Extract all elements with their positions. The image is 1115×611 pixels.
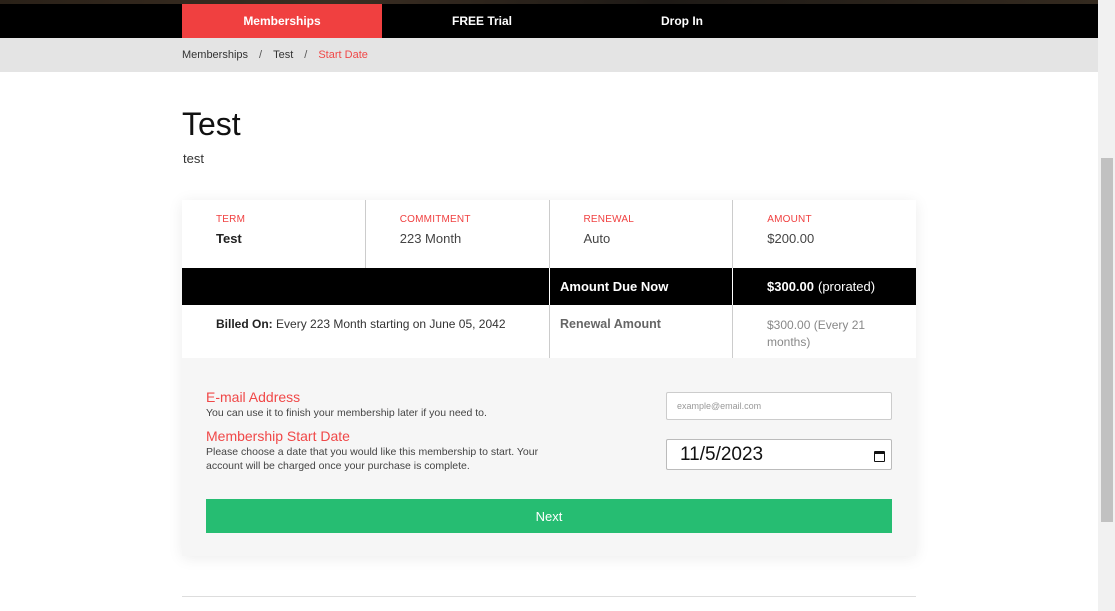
billing-row: Billed On: Every 223 Month starting on J… <box>182 305 916 358</box>
term-value: Test <box>216 231 242 246</box>
divider <box>182 596 916 597</box>
start-date-input[interactable]: 11/5/2023 <box>666 439 892 470</box>
tab-drop-in[interactable]: Drop In <box>582 4 782 38</box>
breadcrumb-start-date: Start Date <box>318 49 368 61</box>
renewal-amount-value: $300.00 (Every 21 months) <box>767 318 866 349</box>
amount-value: $200.00 <box>767 231 815 246</box>
divider <box>549 268 550 305</box>
start-date-label: Membership Start Date <box>206 428 350 444</box>
page-title: Test <box>182 106 241 142</box>
commitment-label: COMMITMENT <box>399 214 471 225</box>
renewal-label: RENEWAL <box>583 214 634 225</box>
commitment-value: 223 Month <box>399 231 462 246</box>
amount-due-label: Amount Due Now <box>560 279 669 294</box>
divider <box>732 268 733 305</box>
amount-due-row: Amount Due Now $300.00 (prorated) <box>182 268 916 305</box>
amount-cell: AMOUNT $200.00 <box>733 200 916 268</box>
amount-label: AMOUNT <box>767 214 812 225</box>
top-navigation: Memberships FREE Trial Drop In <box>0 0 1098 38</box>
scrollbar-thumb[interactable] <box>1101 158 1113 522</box>
renewal-cell: RENEWAL Auto <box>550 200 734 268</box>
email-help-text: You can use it to finish your membership… <box>206 407 487 419</box>
amount-due-number: $300.00 <box>767 279 814 294</box>
breadcrumb-separator: / <box>304 49 308 61</box>
breadcrumb-test[interactable]: Test <box>273 49 293 61</box>
page-subtitle: test <box>183 151 204 166</box>
renewal-amount-label: Renewal Amount <box>560 317 661 331</box>
breadcrumb-bar: Memberships / Test / Start Date <box>0 38 1098 72</box>
tab-memberships[interactable]: Memberships <box>182 4 382 38</box>
prorated-note: (prorated) <box>818 279 876 294</box>
amount-due-value: $300.00 (prorated) <box>767 268 875 305</box>
divider <box>732 305 733 358</box>
renewal-value: Auto <box>583 231 611 246</box>
membership-card: TERM Test COMMITMENT 223 Month RENEWAL A… <box>182 200 916 556</box>
calendar-icon[interactable] <box>874 451 885 462</box>
membership-summary-row: TERM Test COMMITMENT 223 Month RENEWAL A… <box>182 200 916 268</box>
tab-free-trial[interactable]: FREE Trial <box>382 4 582 38</box>
breadcrumb-separator: / <box>259 49 263 61</box>
email-field[interactable] <box>666 392 892 420</box>
start-date-value: 11/5/2023 <box>680 444 764 465</box>
breadcrumb: Memberships / Test / Start Date <box>182 38 368 72</box>
next-button[interactable]: Next <box>206 499 892 533</box>
email-label: E-mail Address <box>206 389 301 405</box>
term-cell: TERM Test <box>182 200 366 268</box>
start-date-help-text: Please choose a date that you would like… <box>206 446 539 472</box>
commitment-cell: COMMITMENT 223 Month <box>366 200 550 268</box>
billed-on-label: Billed On: <box>216 317 273 331</box>
divider <box>549 305 550 358</box>
breadcrumb-memberships[interactable]: Memberships <box>182 49 248 61</box>
term-label: TERM <box>216 214 246 225</box>
billed-on-value: Every 223 Month starting on June 05, 204… <box>276 317 506 331</box>
billed-on-text: Billed On: Every 223 Month starting on J… <box>216 317 506 331</box>
